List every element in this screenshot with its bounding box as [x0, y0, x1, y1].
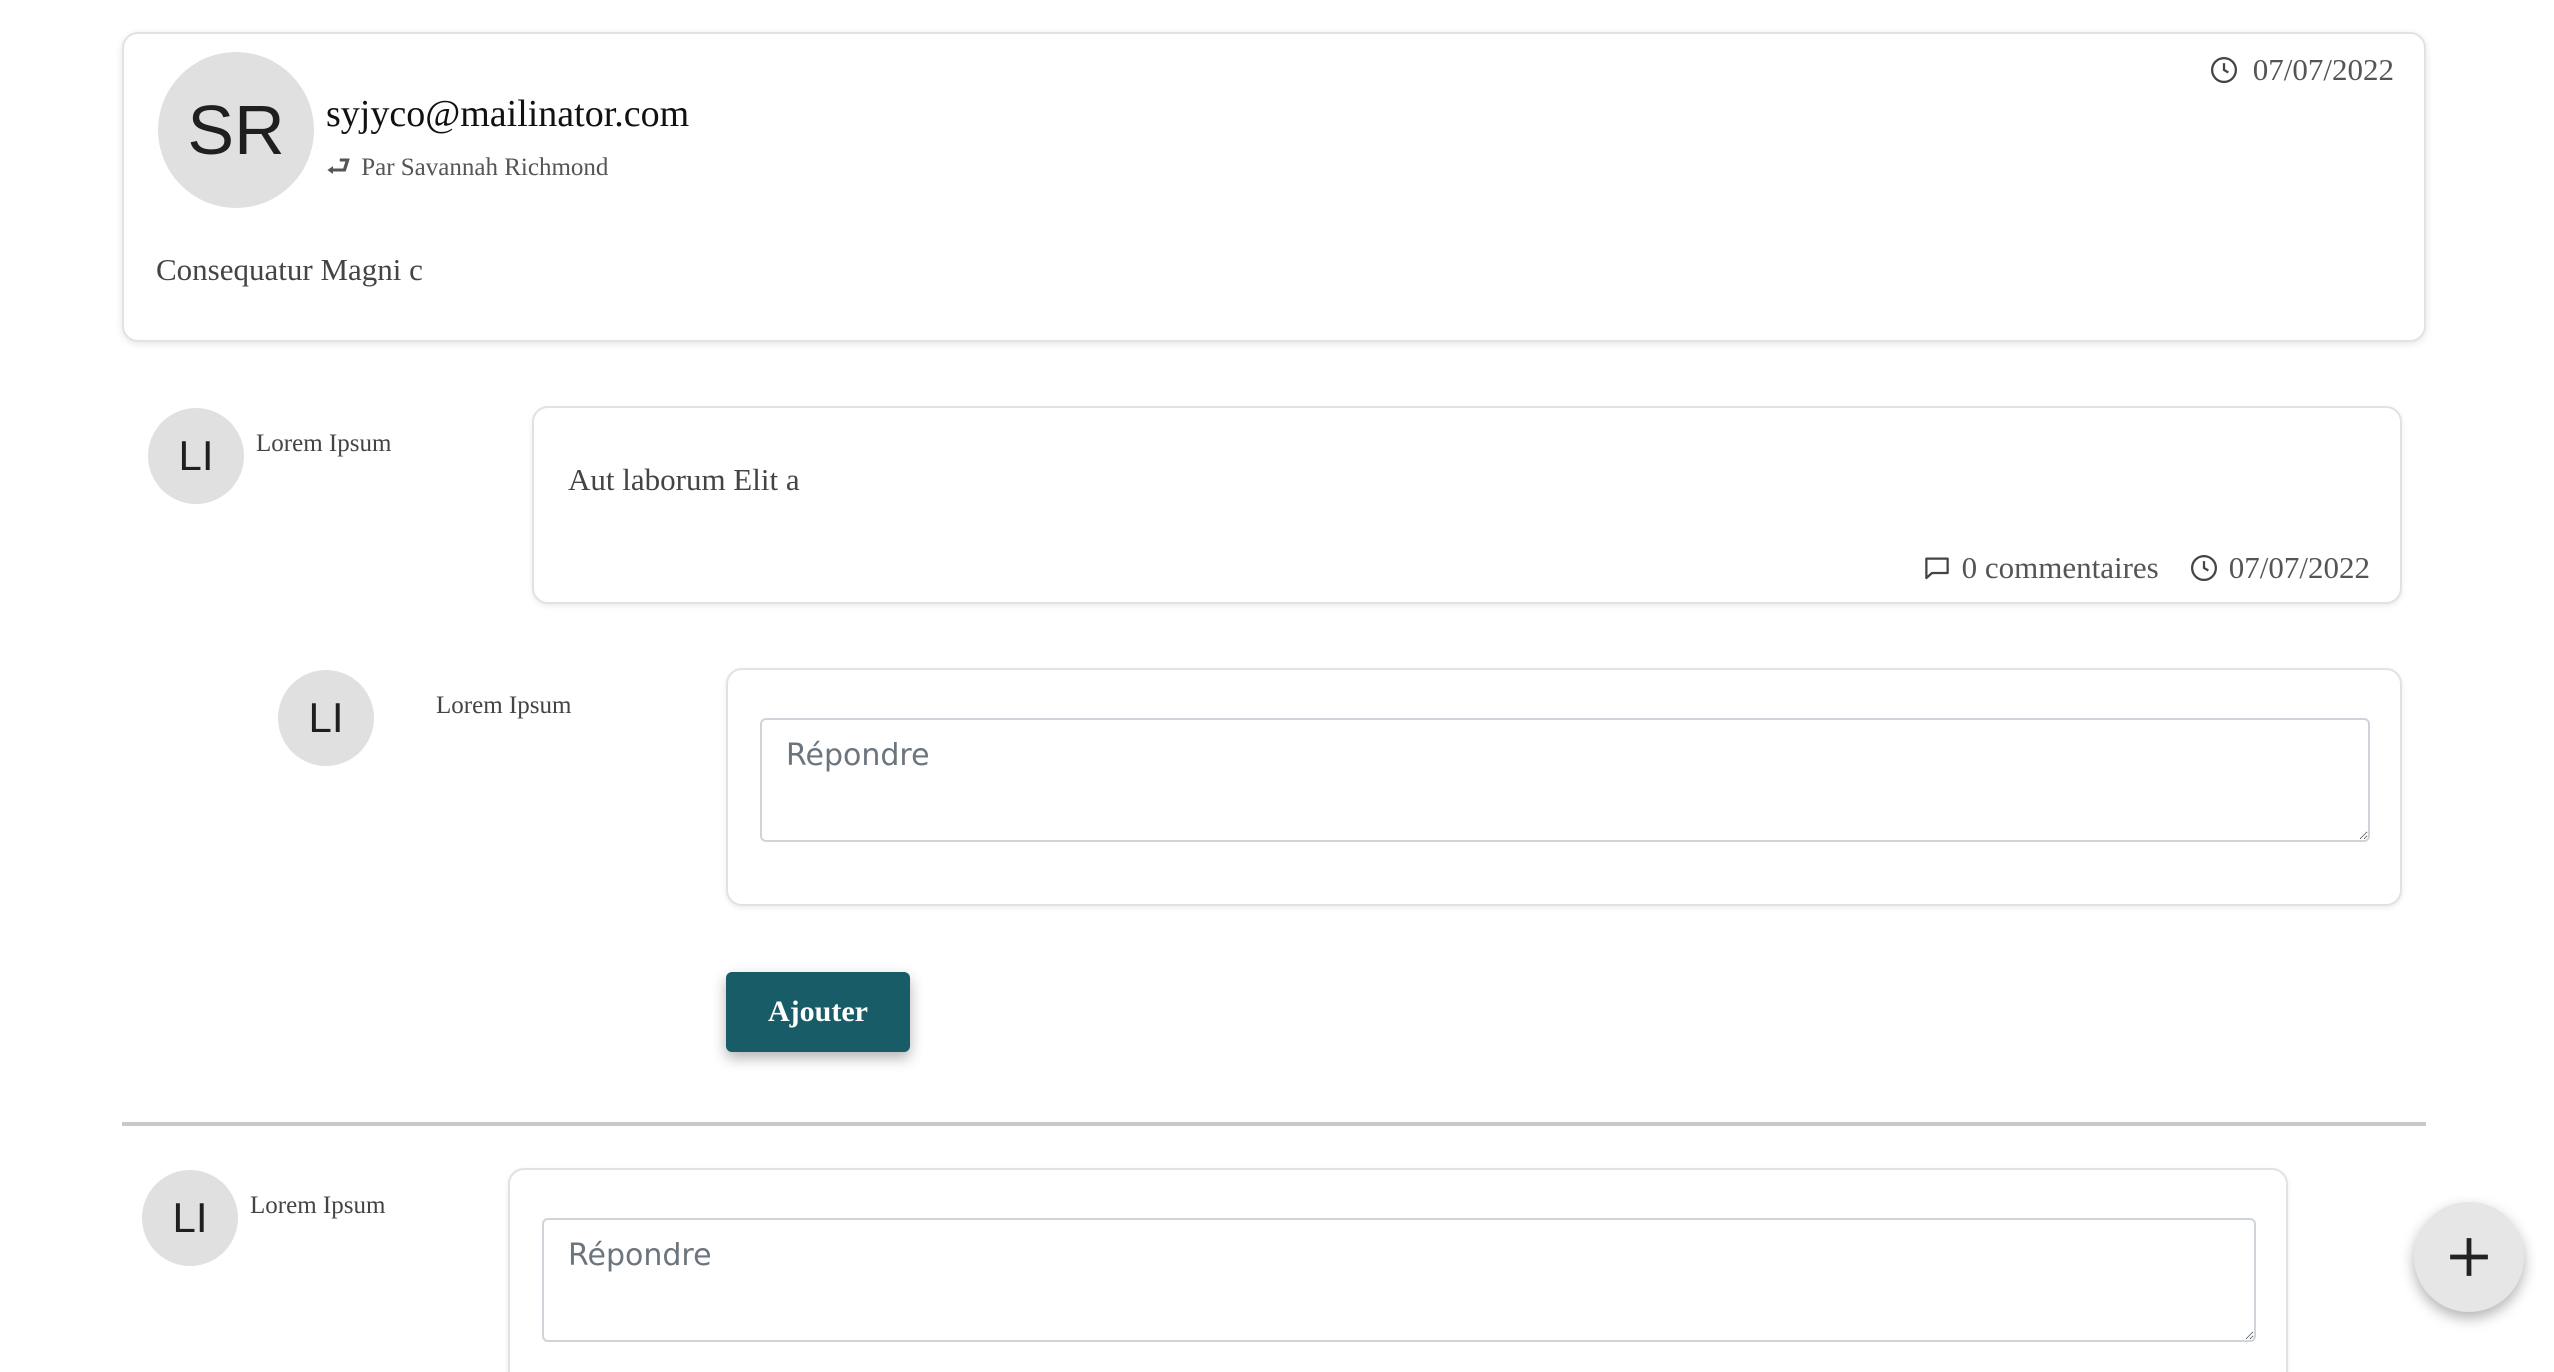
comments-link[interactable]: 0 commentaires — [1922, 550, 2159, 586]
message-date: 07/07/2022 — [2209, 52, 2394, 88]
sender-email: syjyco@mailinator.com — [326, 93, 690, 135]
date-text: 07/07/2022 — [2252, 52, 2394, 87]
byline-text: Par Savannah Richmond — [361, 154, 609, 181]
reply-textarea[interactable] — [542, 1218, 2256, 1342]
new-reply-form-card — [508, 1168, 2288, 1372]
reply-arrow-icon: ⮐ — [326, 152, 352, 183]
main-message-card: SR syjyco@mailinator.com ⮐ Par Savannah … — [122, 32, 2426, 342]
reply-text: Aut laborum Elit a — [568, 462, 800, 497]
add-button[interactable]: Ajouter — [726, 972, 910, 1052]
form-author: Lorem Ipsum — [436, 692, 572, 719]
form-author: Lorem Ipsum — [250, 1192, 386, 1219]
comments-count: 0 commentaires — [1961, 550, 2159, 585]
clock-icon — [2210, 57, 2237, 83]
avatar: SR — [158, 52, 314, 208]
reply-card: Aut laborum Elit a 0 commentaires 07/07/… — [532, 406, 2402, 604]
reply-form-card — [726, 668, 2402, 906]
date-text: 07/07/2022 — [2228, 550, 2370, 585]
byline: ⮐ Par Savannah Richmond — [326, 154, 608, 182]
page: SR syjyco@mailinator.com ⮐ Par Savannah … — [0, 0, 2554, 1372]
reply-date: 07/07/2022 — [2189, 550, 2370, 586]
message-body: Consequatur Magni c — [156, 252, 423, 287]
avatar: LI — [148, 408, 244, 504]
avatar: LI — [278, 670, 374, 766]
add-fab-button[interactable] — [2414, 1202, 2524, 1312]
reply-author: Lorem Ipsum — [256, 430, 392, 457]
avatar: LI — [142, 1170, 238, 1266]
comment-icon — [1924, 557, 1949, 580]
plus-icon — [2450, 1238, 2488, 1276]
reply-textarea[interactable] — [760, 718, 2370, 842]
clock-icon — [2190, 555, 2217, 581]
divider — [122, 1122, 2426, 1126]
reply-meta: 0 commentaires 07/07/2022 — [1922, 550, 2370, 586]
